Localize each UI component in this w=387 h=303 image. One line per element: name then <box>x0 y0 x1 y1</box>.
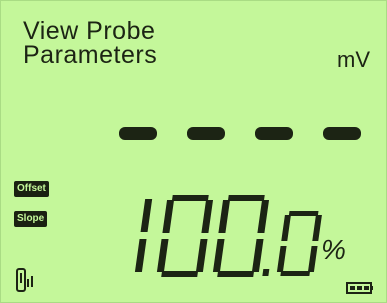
digit-0a-seg <box>161 271 199 277</box>
decimal-point <box>262 269 270 276</box>
digit-0c-seg <box>280 271 311 276</box>
dash-segment <box>255 127 293 140</box>
digit-1-seg <box>134 239 147 272</box>
digit-0b-seg <box>227 195 265 201</box>
lcd-screen: View Probe Parameters mV Offset Slope % <box>0 0 387 303</box>
main-reading-digits <box>134 195 322 277</box>
slope-indicator: Slope <box>14 211 48 227</box>
battery-icon <box>346 282 373 294</box>
digit-0a-seg <box>156 239 169 272</box>
dash-readout <box>119 127 361 140</box>
digit-0c-seg <box>281 215 291 241</box>
digit-0c-seg <box>288 211 319 216</box>
digit-0a-seg <box>162 200 175 233</box>
digit-0b-seg <box>217 271 255 277</box>
digit-0a-seg <box>201 200 214 233</box>
offset-indicator: Offset <box>14 181 49 197</box>
dash-segment <box>323 127 361 140</box>
percent-unit: % <box>321 234 346 265</box>
digit-0a-seg <box>171 195 209 201</box>
digit-0b-seg <box>257 200 270 233</box>
probe-signal-icon <box>16 268 33 292</box>
digit-0b-seg <box>251 239 264 272</box>
digit-0c-seg <box>307 246 318 272</box>
digit-0b-seg <box>212 239 225 272</box>
digit-1-seg <box>140 199 153 232</box>
dash-segment <box>119 127 157 140</box>
dash-segment <box>187 127 225 140</box>
digit-0a-seg <box>195 239 208 272</box>
digit-0c-seg <box>276 246 287 272</box>
digit-0b-seg <box>218 200 231 233</box>
